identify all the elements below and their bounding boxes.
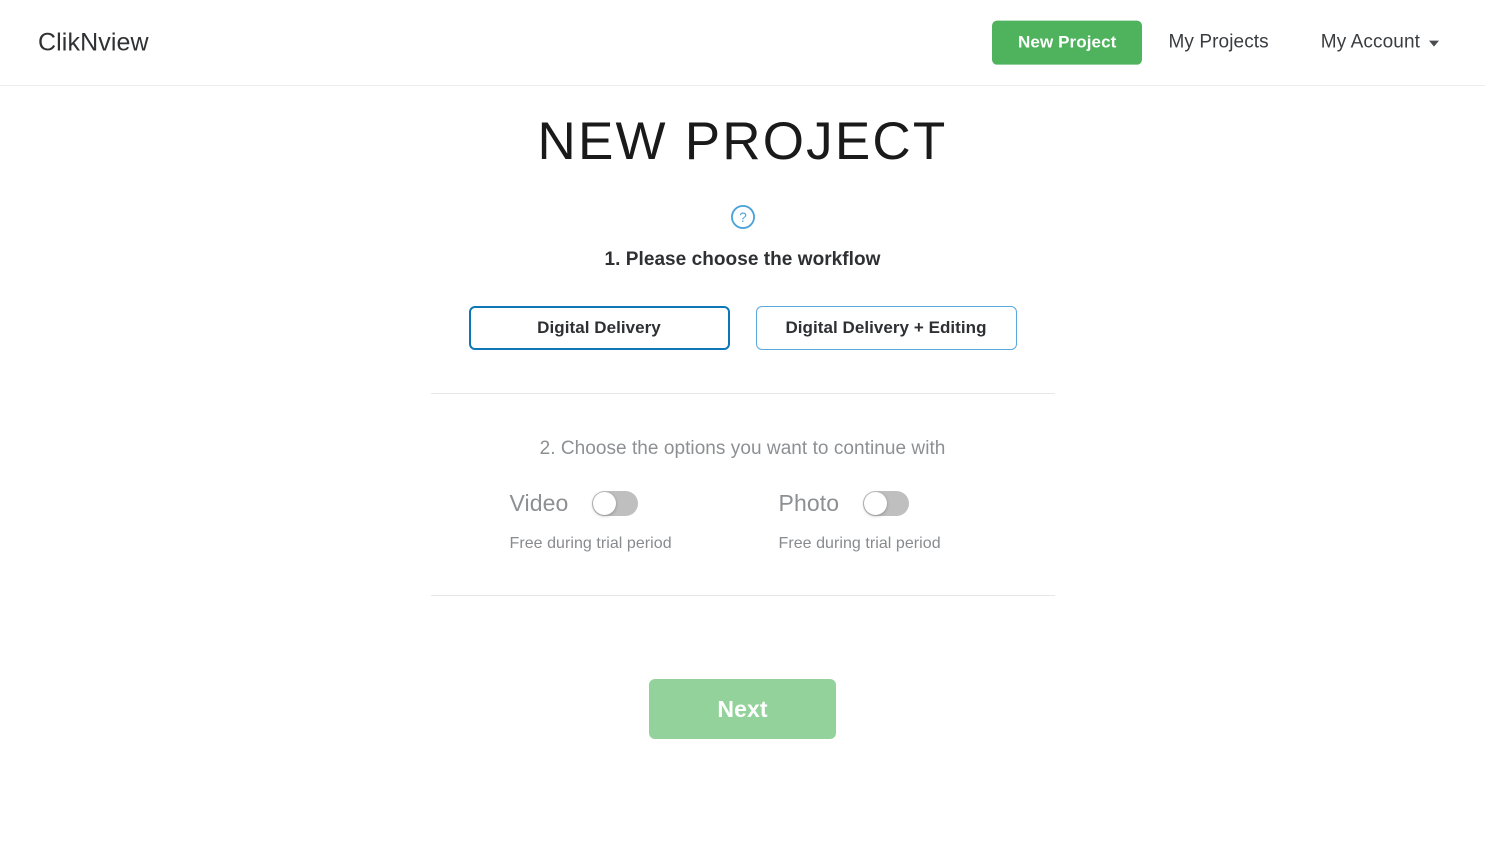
workflow-option-digital-delivery-editing[interactable]: Digital Delivery + Editing bbox=[755, 306, 1017, 350]
divider-top bbox=[430, 393, 1055, 394]
toggle-photo[interactable] bbox=[863, 491, 910, 516]
next-button-wrap: Next bbox=[649, 679, 836, 739]
toggle-video[interactable] bbox=[592, 491, 639, 516]
next-button[interactable]: Next bbox=[649, 679, 836, 739]
option-photo-label: Photo bbox=[778, 490, 840, 516]
new-project-button[interactable]: New Project bbox=[992, 20, 1143, 65]
header-nav: New Project My Projects My Account bbox=[992, 20, 1461, 65]
brand-logo[interactable]: ClikNview bbox=[38, 28, 149, 57]
page-title: NEW PROJECT bbox=[537, 112, 948, 171]
workflow-option-digital-delivery[interactable]: Digital Delivery bbox=[468, 306, 730, 350]
main-content: NEW PROJECT ? 1. Please choose the workf… bbox=[0, 86, 1485, 739]
media-options: Video Free during trial period Photo Fre… bbox=[431, 490, 1055, 553]
step-2-label: 2. Choose the options you want to contin… bbox=[539, 438, 946, 459]
option-video-head: Video bbox=[510, 490, 779, 517]
option-photo-head: Photo bbox=[779, 490, 1048, 517]
step-1-label: 1. Please choose the workflow bbox=[604, 249, 881, 270]
chevron-down-icon bbox=[1429, 41, 1439, 47]
divider-bottom bbox=[430, 595, 1055, 596]
toggle-photo-knob bbox=[864, 492, 888, 515]
option-photo-note: Free during trial period bbox=[778, 535, 941, 552]
workflow-options: Digital Delivery Digital Delivery + Edit… bbox=[468, 306, 1017, 350]
nav-link-my-account-label: My Account bbox=[1320, 31, 1420, 53]
help-circle-icon[interactable]: ? bbox=[730, 204, 756, 230]
nav-link-my-projects[interactable]: My Projects bbox=[1142, 32, 1294, 54]
toggle-video-knob bbox=[593, 492, 617, 515]
option-video: Video Free during trial period bbox=[510, 490, 779, 553]
app-header: ClikNview New Project My Projects My Acc… bbox=[0, 0, 1485, 86]
option-video-label: Video bbox=[509, 490, 569, 516]
option-photo: Photo Free during trial period bbox=[779, 490, 1048, 553]
svg-text:?: ? bbox=[739, 210, 747, 225]
option-video-note: Free during trial period bbox=[509, 535, 672, 552]
nav-menu-my-account[interactable]: My Account bbox=[1295, 32, 1461, 54]
